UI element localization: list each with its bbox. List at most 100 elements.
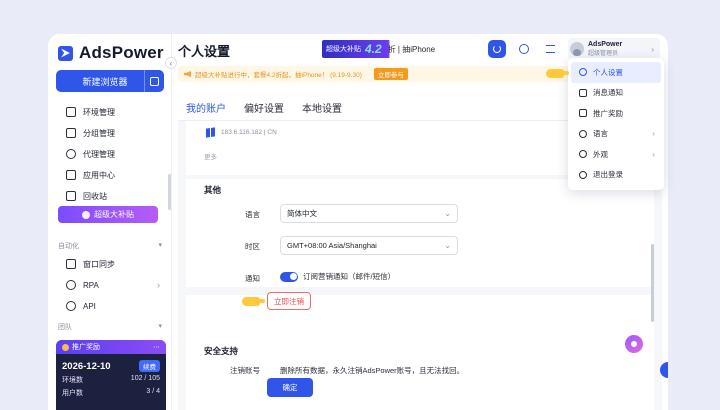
sidebar-item-api[interactable]: API: [48, 296, 172, 316]
cancel-account-button[interactable]: 立即注销: [267, 292, 311, 310]
chevron-down-icon: ▾: [158, 242, 162, 249]
speaker-icon: [184, 71, 191, 77]
import-button[interactable]: [144, 70, 164, 92]
avatar: [570, 42, 584, 56]
cancel-account-label: 注销账号: [230, 366, 260, 375]
promo-icon: [82, 210, 90, 219]
adspower-logo-icon: [58, 45, 73, 61]
join-now-button[interactable]: 立即参与: [373, 68, 408, 80]
sidebar-item-window-sync[interactable]: 窗口同步: [48, 254, 172, 274]
other-section-title: 其他: [204, 185, 222, 195]
sidebar-item-trash[interactable]: 回收站: [48, 186, 172, 206]
sidebar-item-label: 窗口同步: [83, 259, 115, 269]
promo-banner[interactable]: 超级大补贴 4.2 折 | 抽iPhone: [322, 40, 470, 58]
windows-icon: [206, 127, 215, 138]
api-link-icon: [66, 301, 76, 311]
sidebar-item-rpa[interactable]: RPA ›: [48, 275, 172, 295]
banner-left-text: 超级大补贴: [326, 46, 361, 53]
menu-item-notifications[interactable]: 消息通知: [571, 83, 661, 104]
language-select[interactable]: 简体中文 ⌄: [280, 204, 458, 223]
assistant-icon: [631, 341, 637, 347]
user-name: AdsPower: [588, 41, 623, 48]
security-section-title: 安全支持: [204, 346, 239, 356]
sync-button[interactable]: [515, 40, 533, 58]
card-header-label: 推广奖励: [72, 344, 100, 351]
menu-item-logout[interactable]: 退出登录: [571, 165, 661, 186]
bell-icon: [579, 88, 587, 97]
tab-preferences[interactable]: 偏好设置: [244, 100, 284, 122]
menu-item-label: 语言: [593, 129, 608, 139]
automation-nav: 窗口同步 RPA › API: [48, 254, 172, 317]
section-team[interactable]: 团队 ▾: [58, 322, 162, 332]
menu-item-language[interactable]: 语言 ›: [571, 124, 661, 145]
page-title: 个人设置: [178, 44, 231, 59]
cancel-account-desc: 删除所有数据，永久注销AdsPower账号，且无法找回。: [280, 366, 465, 375]
section-automation[interactable]: 自动化 ▾: [58, 241, 162, 251]
tasks-button[interactable]: [541, 40, 559, 58]
section-automation-label: 自动化: [58, 243, 79, 250]
timezone-select[interactable]: GMT+08:00 Asia/Shanghai ⌄: [280, 236, 458, 255]
sidebar-item-groups[interactable]: 分组管理: [48, 123, 172, 143]
banner-discount: 4.2: [365, 42, 382, 56]
plan-expiry: 2026-12-10 续费: [56, 354, 166, 372]
promo-subsidy-button[interactable]: 超级大补贴: [58, 206, 158, 223]
promo-label: 超级大补贴: [94, 210, 134, 219]
content-scrollbar[interactable]: [651, 244, 654, 322]
gift-icon: [579, 109, 587, 118]
other-panel: 其他 语言 简体中文 ⌄ 时区 GMT+08:00 Asia/Shanghai …: [186, 179, 654, 287]
marketing-notify-toggle[interactable]: [280, 271, 298, 282]
sidebar-item-label: RPA: [83, 280, 99, 290]
menu-item-label: 外观: [593, 149, 608, 159]
new-browser-button[interactable]: 新建浏览器: [56, 70, 164, 92]
sidebar: AdsPower 新建浏览器 环境管理 分组管理 代理管理 应用中心 回收站 超…: [48, 34, 172, 410]
menu-item-appearance[interactable]: 外观 ›: [571, 144, 661, 165]
security-panel: 安全支持 注销账号 删除所有数据，永久注销AdsPower账号，且无法找回。: [186, 295, 654, 410]
pointing-hand-icon: [242, 297, 265, 306]
sidebar-item-label: API: [83, 301, 96, 311]
notify-label: 通知: [245, 274, 260, 283]
plan-stat-label: 用户数: [62, 390, 83, 397]
tab-my-account[interactable]: 我的账户: [186, 100, 226, 122]
assistant-float-button[interactable]: [625, 335, 643, 353]
logout-icon: [579, 170, 587, 179]
settings-tabs: 我的账户 偏好设置 本地设置: [186, 100, 342, 122]
import-icon: [150, 76, 159, 86]
chevron-down-icon: ▾: [158, 323, 162, 330]
globe-icon: [579, 129, 587, 138]
timezone-label: 时区: [245, 242, 260, 251]
card-header: 推广奖励 ⋯: [56, 340, 166, 354]
menu-item-personal-settings[interactable]: 个人设置: [571, 62, 661, 83]
plan-card[interactable]: 推广奖励 ⋯ 2026-12-10 续费 环境数 102 / 105 用户数 3…: [56, 340, 166, 410]
sidebar-item-label: 代理管理: [83, 149, 115, 159]
chevron-down-icon: ⌄: [444, 209, 451, 218]
robot-icon: [66, 280, 76, 290]
chevron-down-icon: ⌄: [444, 241, 451, 250]
tab-local-settings[interactable]: 本地设置: [302, 100, 342, 122]
collapse-sidebar-button[interactable]: ‹: [165, 57, 177, 69]
user-info: AdsPower 超级管理员: [588, 41, 622, 57]
logo-text: AdsPower: [79, 43, 164, 62]
chevron-right-icon: ›: [652, 129, 655, 139]
sidebar-item-label: 应用中心: [83, 170, 115, 180]
sidebar-scrollbar[interactable]: [168, 174, 171, 210]
sidebar-item-profiles[interactable]: 环境管理: [48, 102, 172, 122]
refresh-icon: [493, 45, 501, 53]
user-icon: [579, 68, 587, 77]
login-ip: 183.6.116.182 | CN: [221, 129, 277, 136]
section-team-label: 团队: [58, 324, 72, 331]
list-icon: [545, 45, 555, 53]
folder-icon: [66, 128, 76, 138]
confirm-button[interactable]: 确定: [267, 378, 313, 397]
refresh-button[interactable]: [488, 40, 506, 58]
renew-badge[interactable]: 续费: [139, 360, 160, 372]
sidebar-item-apps[interactable]: 应用中心: [48, 165, 172, 185]
more-icon: ⋯: [153, 344, 160, 351]
plan-stat-row: 环境数 102 / 105: [56, 372, 166, 385]
sidebar-item-proxies[interactable]: 代理管理: [48, 144, 172, 164]
user-dropdown-menu: 个人设置 消息通知 推广奖励 语言 › 外观 › 退出登录: [568, 58, 664, 190]
menu-item-referral[interactable]: 推广奖励: [571, 103, 661, 124]
user-menu-trigger[interactable]: AdsPower 超级管理员 ›: [568, 38, 660, 60]
sidebar-nav: 环境管理 分组管理 代理管理 应用中心 回收站: [48, 102, 172, 207]
banner-right-text: 折 | 抽iPhone: [387, 44, 436, 54]
more-link[interactable]: 更多: [204, 151, 217, 161]
